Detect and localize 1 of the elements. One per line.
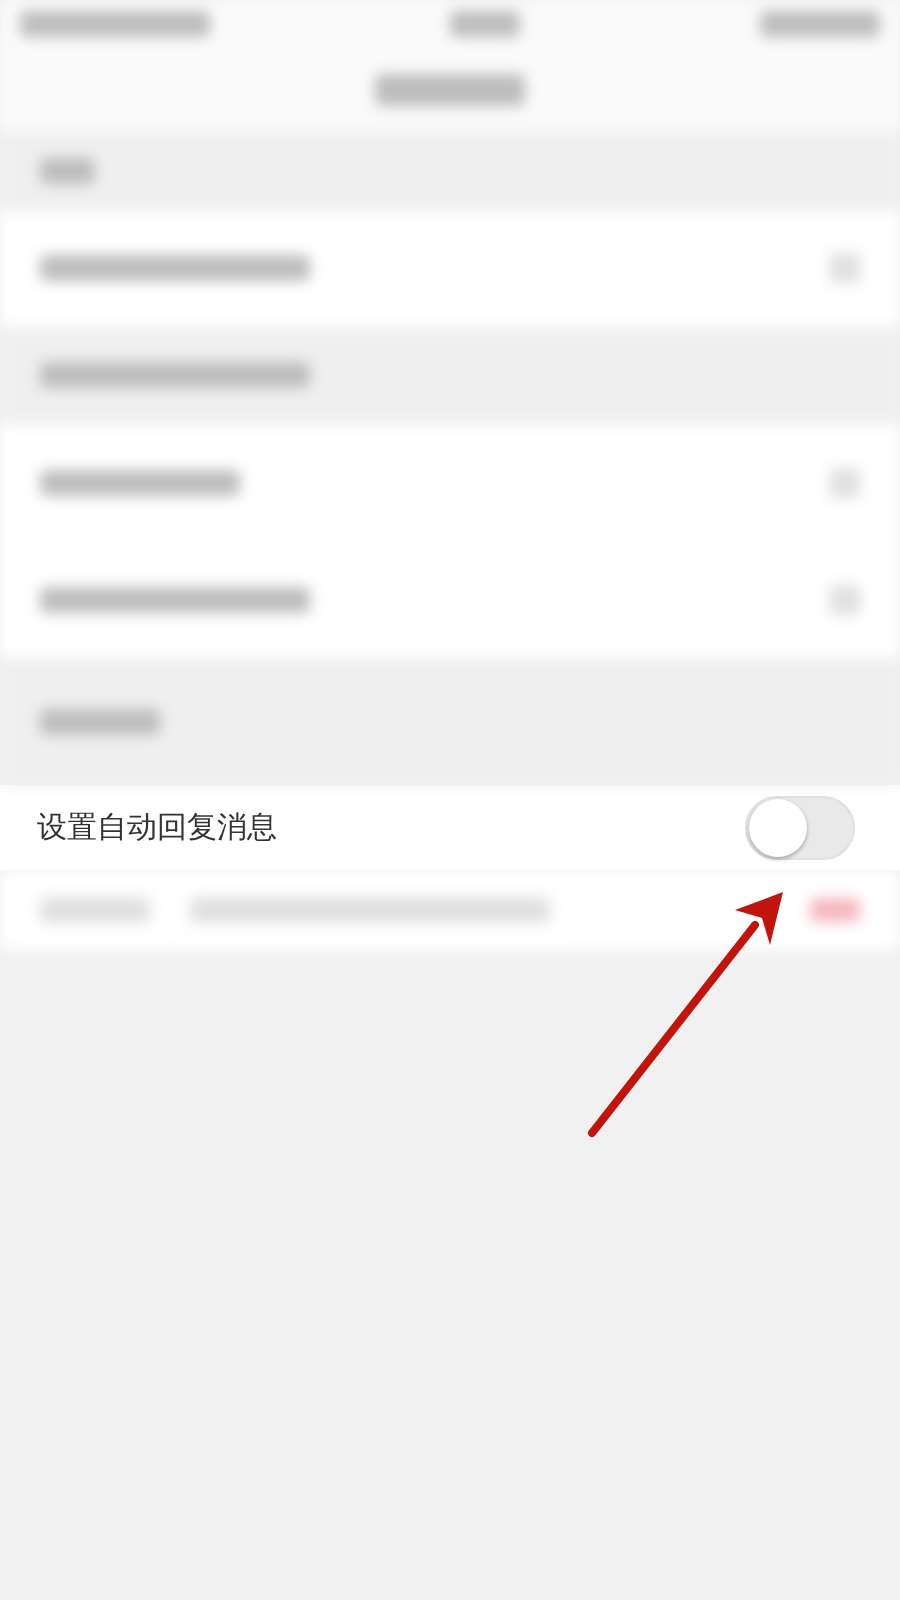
- setting-label: 设置自动回复消息: [37, 808, 277, 846]
